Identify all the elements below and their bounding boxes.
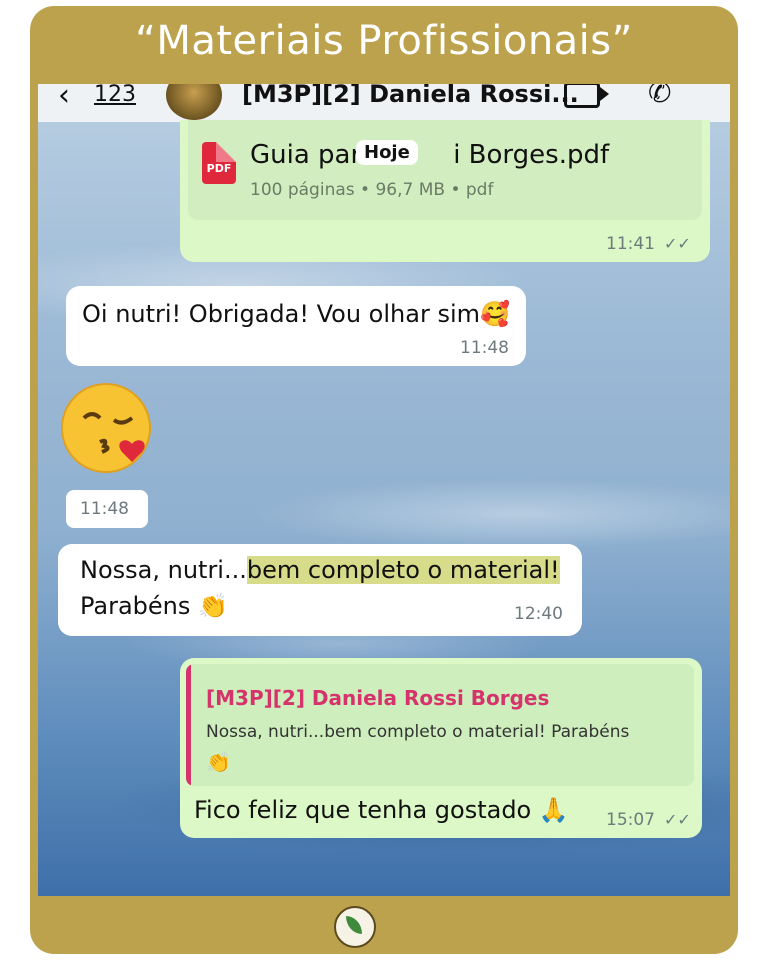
document-name: Guia par i Borges.pdf (250, 140, 609, 170)
quote-author: [M3P][2] Daniela Rossi Borges (206, 686, 550, 710)
kissing-face-emoji-icon[interactable] (60, 380, 156, 476)
read-ticks-icon: ✓✓ (664, 234, 691, 253)
message-time: 12:40 (514, 604, 563, 624)
avatar[interactable] (166, 84, 222, 120)
chat-header: ‹ 123 [M3P][2] Daniela Rossi... ✆ (38, 84, 730, 122)
video-call-icon[interactable] (564, 84, 609, 108)
phone-call-icon[interactable]: ✆ (648, 84, 671, 109)
message-time: 15:07 (606, 810, 655, 830)
message-time: 11:48 (80, 499, 129, 519)
unread-count[interactable]: 123 (94, 84, 136, 107)
quote-text: Nossa, nutri...bem completo o material! … (206, 722, 630, 742)
document-name-left: Guia par (250, 140, 362, 170)
pdf-icon: PDF (202, 142, 236, 184)
highlighted-text: bem completo o material! (246, 556, 560, 584)
quote-accent-bar (186, 664, 191, 786)
message-time: 11:48 (460, 338, 509, 358)
leaf-icon (346, 916, 362, 934)
message-text: Fico feliz que tenha gostado 🙏 (194, 796, 569, 824)
document-preview[interactable]: PDF Guia par i Borges.pdf Hoje 100 página… (188, 120, 702, 220)
document-message[interactable]: PDF Guia par i Borges.pdf Hoje 100 página… (180, 120, 710, 262)
chat-screen: ‹ 123 [M3P][2] Daniela Rossi... ✆ PDF Gu… (38, 84, 730, 896)
gold-frame: “Materiais Profissionais” ‹ 123 [M3P][2]… (30, 6, 738, 954)
document-name-right: i Borges.pdf (453, 140, 610, 170)
incoming-message[interactable]: Oi nutri! Obrigada! Vou olhar sim🥰 11:48 (66, 286, 526, 366)
message-time: 11:41 (606, 234, 655, 254)
message-text-line2: Parabéns 👏 (80, 592, 228, 620)
message-text-line1: Nossa, nutri...bem completo o material! (80, 556, 560, 584)
quoted-message[interactable]: [M3P][2] Daniela Rossi Borges Nossa, nut… (186, 664, 694, 786)
read-ticks-icon: ✓✓ (664, 810, 691, 829)
reply-message[interactable]: [M3P][2] Daniela Rossi Borges Nossa, nut… (180, 658, 702, 838)
date-chip: Hoje (356, 140, 418, 165)
message-text-start: Nossa, nutri... (80, 556, 247, 584)
chat-title[interactable]: [M3P][2] Daniela Rossi... (242, 84, 579, 108)
document-meta: 100 páginas • 96,7 MB • pdf (250, 180, 494, 200)
message-text: Oi nutri! Obrigada! Vou olhar sim🥰 (82, 300, 510, 328)
brand-logo-icon (334, 906, 376, 948)
emoji-time-chip: 11:48 (66, 490, 148, 528)
incoming-message-highlighted[interactable]: Nossa, nutri...bem completo o material! … (58, 544, 582, 636)
clapping-hands-icon: 👏 (206, 750, 231, 774)
banner-title: “Materiais Profissionais” (135, 18, 633, 64)
chevron-left-icon[interactable]: ‹ (58, 84, 70, 113)
